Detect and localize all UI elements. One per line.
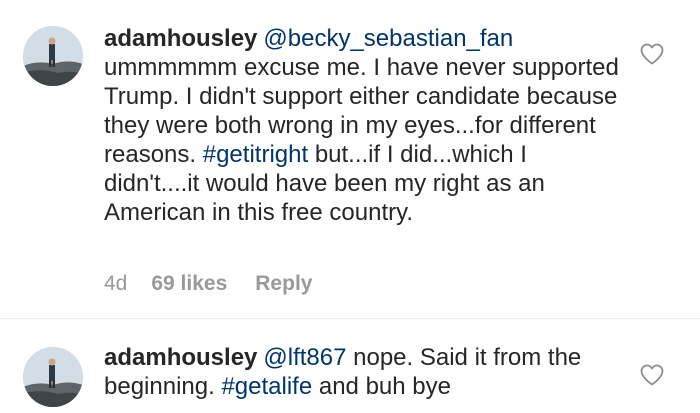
comment-mention[interactable]: @lft867	[263, 344, 346, 371]
comment-meta: 4d 69 likes Reply	[104, 272, 340, 296]
reply-button[interactable]: Reply	[255, 272, 312, 295]
comment-hashtag[interactable]: #getalife	[221, 373, 312, 400]
heart-outline-icon[interactable]	[639, 363, 665, 387]
comment-hashtag[interactable]: #getitright	[203, 141, 308, 168]
avatar[interactable]	[23, 26, 83, 86]
avatar[interactable]	[23, 347, 83, 407]
comment-username[interactable]: adamhousley	[104, 25, 257, 52]
comment-username[interactable]: adamhousley	[104, 344, 257, 371]
comment-thread: adamhousley @becky_sebastian_fan ummmmmm …	[0, 0, 700, 413]
comment-text-continued: and buh bye	[318, 373, 451, 400]
comment-likes-count[interactable]: 69 likes	[151, 272, 227, 295]
comment: adamhousley @lft867 nope. Said it from th…	[0, 319, 700, 413]
profile-photo-icon	[23, 26, 83, 86]
comment-mention[interactable]: @becky_sebastian_fan	[263, 25, 513, 52]
comment-body: adamhousley @lft867 nope. Said it from th…	[104, 343, 624, 401]
comment-timestamp: 4d	[104, 272, 128, 295]
heart-outline-icon[interactable]	[639, 42, 665, 66]
profile-photo-icon	[23, 347, 83, 407]
comment: adamhousley @becky_sebastian_fan ummmmmm …	[0, 0, 700, 318]
comment-body: adamhousley @becky_sebastian_fan ummmmmm …	[104, 24, 624, 227]
